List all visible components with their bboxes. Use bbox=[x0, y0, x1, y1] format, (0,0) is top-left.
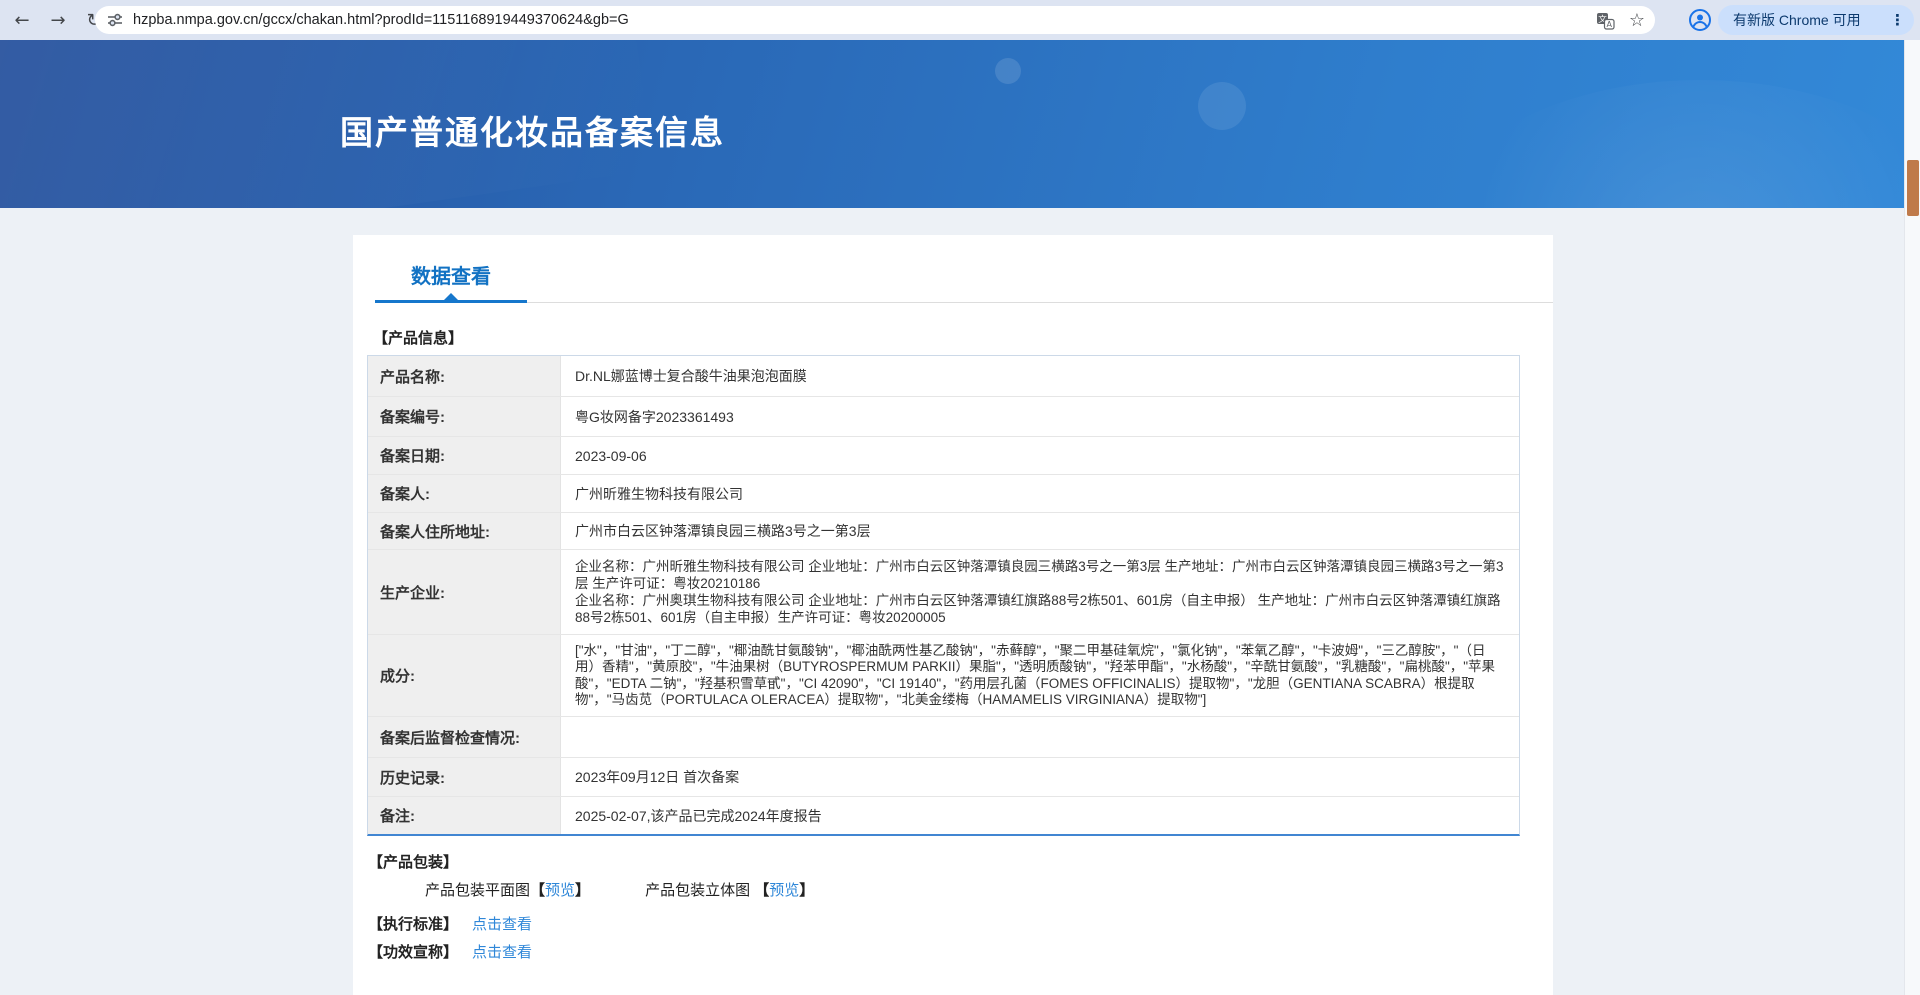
table-row: 产品名称: Dr.NL娜蓝博士复合酸牛油果泡泡面膜 bbox=[368, 356, 1519, 396]
row-value: Dr.NL娜蓝博士复合酸牛油果泡泡面膜 bbox=[575, 368, 807, 384]
row-label: 备案人住所地址: bbox=[368, 513, 561, 549]
back-button[interactable]: ← bbox=[8, 6, 36, 34]
browser-toolbar: ← → ↻ hzpba.nmpa.gov.cn/gccx/chakan.html… bbox=[0, 0, 1920, 40]
table-row: 备案人住所地址: 广州市白云区钟落潭镇良园三横路3号之一第3层 bbox=[368, 512, 1519, 549]
tab-divider-line bbox=[527, 302, 1553, 303]
efficacy-view-link[interactable]: 点击查看 bbox=[472, 944, 532, 961]
row-label: 备案人: bbox=[368, 475, 561, 512]
standards-row: 【执行标准】 点击查看 bbox=[368, 913, 532, 934]
row-value: ["水"，"甘油"，"丁二醇"，"椰油酰甘氨酸钠"，"椰油酰两性基乙酸钠"，"赤… bbox=[575, 642, 1496, 707]
bookmark-star-icon[interactable]: ☆ bbox=[1629, 10, 1645, 31]
page-title: 国产普通化妆品备案信息 bbox=[340, 114, 725, 151]
row-value: 粤G妆网备字2023361493 bbox=[575, 408, 734, 425]
row-label: 成分: bbox=[368, 635, 561, 716]
row-value: 2023年09月12日 首次备案 bbox=[575, 769, 740, 785]
packaging-solid-preview-link[interactable]: 预览 bbox=[769, 882, 799, 899]
bracket: 【 bbox=[754, 882, 770, 899]
banner-circle-decoration bbox=[995, 58, 1021, 84]
banner-glow-decoration bbox=[1420, 80, 1920, 208]
banner-circle-decoration bbox=[1198, 82, 1246, 130]
row-label: 备案后监督检查情况: bbox=[368, 717, 561, 757]
scrollbar-thumb[interactable] bbox=[1907, 160, 1919, 216]
row-value: 广州市白云区钟落潭镇良园三横路3号之一第3层 bbox=[575, 523, 871, 539]
packaging-previews-row: 产品包装平面图【预览】 产品包装立体图 【预览】 bbox=[425, 879, 814, 900]
table-row: 备案人: 广州昕雅生物科技有限公司 bbox=[368, 474, 1519, 512]
bracket: 】 bbox=[575, 882, 591, 899]
svg-text:A: A bbox=[1606, 20, 1612, 29]
product-info-section-title: 【产品信息】 bbox=[373, 330, 464, 347]
row-value: 广州昕雅生物科技有限公司 bbox=[575, 485, 743, 502]
chrome-update-label: 有新版 Chrome 可用 bbox=[1733, 12, 1861, 28]
packaging-solid-label: 产品包装立体图 bbox=[645, 882, 751, 899]
table-row: 备案编号: 粤G妆网备字2023361493 bbox=[368, 396, 1519, 436]
row-label: 备注: bbox=[368, 797, 561, 834]
efficacy-row: 【功效宣称】 点击查看 bbox=[368, 941, 532, 962]
row-label: 生产企业: bbox=[368, 550, 561, 634]
page-scrollbar[interactable] bbox=[1904, 40, 1920, 995]
page-banner: 国产普通化妆品备案信息 bbox=[0, 40, 1920, 208]
row-label: 历史记录: bbox=[368, 758, 561, 796]
table-row: 成分: ["水"，"甘油"，"丁二醇"，"椰油酰甘氨酸钠"，"椰油酰两性基乙酸钠… bbox=[368, 634, 1519, 716]
product-info-table: 产品名称: Dr.NL娜蓝博士复合酸牛油果泡泡面膜 备案编号: 粤G妆网备字20… bbox=[367, 355, 1520, 836]
browser-menu-icon[interactable]: ⋮ bbox=[1890, 11, 1905, 29]
table-row: 备案日期: 2023-09-06 bbox=[368, 436, 1519, 474]
site-settings-tune-icon[interactable] bbox=[107, 12, 123, 28]
table-row: 备注: 2025-02-07,该产品已完成2024年度报告 bbox=[368, 796, 1519, 834]
row-value: 企业名称：广州昕雅生物科技有限公司 企业地址：广州市白云区钟落潭镇良园三横路3号… bbox=[575, 559, 1504, 625]
row-label: 产品名称: bbox=[368, 356, 561, 396]
address-bar[interactable]: hzpba.nmpa.gov.cn/gccx/chakan.html?prodI… bbox=[95, 6, 1655, 34]
table-row: 生产企业: 企业名称：广州昕雅生物科技有限公司 企业地址：广州市白云区钟落潭镇良… bbox=[368, 549, 1519, 634]
tab-active-underline bbox=[375, 300, 527, 303]
table-row: 备案后监督检查情况: bbox=[368, 716, 1519, 757]
packaging-plan-preview-link[interactable]: 预览 bbox=[545, 882, 575, 899]
url-text[interactable]: hzpba.nmpa.gov.cn/gccx/chakan.html?prodI… bbox=[133, 12, 629, 28]
packaging-section-title: 【产品包装】 bbox=[368, 854, 459, 871]
table-row: 历史记录: 2023年09月12日 首次备案 bbox=[368, 757, 1519, 796]
translate-icon[interactable]: 文 A bbox=[1596, 11, 1615, 30]
bracket: 】 bbox=[799, 882, 815, 899]
row-label: 备案编号: bbox=[368, 397, 561, 436]
profile-avatar-icon[interactable] bbox=[1688, 8, 1712, 32]
standards-label: 【执行标准】 bbox=[368, 916, 459, 933]
tab-indicator-triangle-icon bbox=[444, 293, 458, 300]
forward-button[interactable]: → bbox=[44, 6, 72, 34]
row-value: 2025-02-07,该产品已完成2024年度报告 bbox=[575, 807, 822, 824]
tab-data-view[interactable]: 数据查看 bbox=[375, 260, 527, 289]
packaging-plan-label: 产品包装平面图 bbox=[425, 882, 531, 899]
chrome-update-chip[interactable]: 有新版 Chrome 可用 ⋮ bbox=[1718, 5, 1914, 35]
standards-view-link[interactable]: 点击查看 bbox=[472, 916, 532, 933]
bracket: 【 bbox=[530, 882, 546, 899]
efficacy-label: 【功效宣称】 bbox=[368, 944, 459, 961]
content-card: 数据查看 【产品信息】 产品名称: Dr.NL娜蓝博士复合酸牛油果泡泡面膜 备案… bbox=[353, 235, 1553, 995]
row-value bbox=[561, 717, 1519, 757]
row-label: 备案日期: bbox=[368, 437, 561, 474]
row-value: 2023-09-06 bbox=[575, 447, 647, 464]
